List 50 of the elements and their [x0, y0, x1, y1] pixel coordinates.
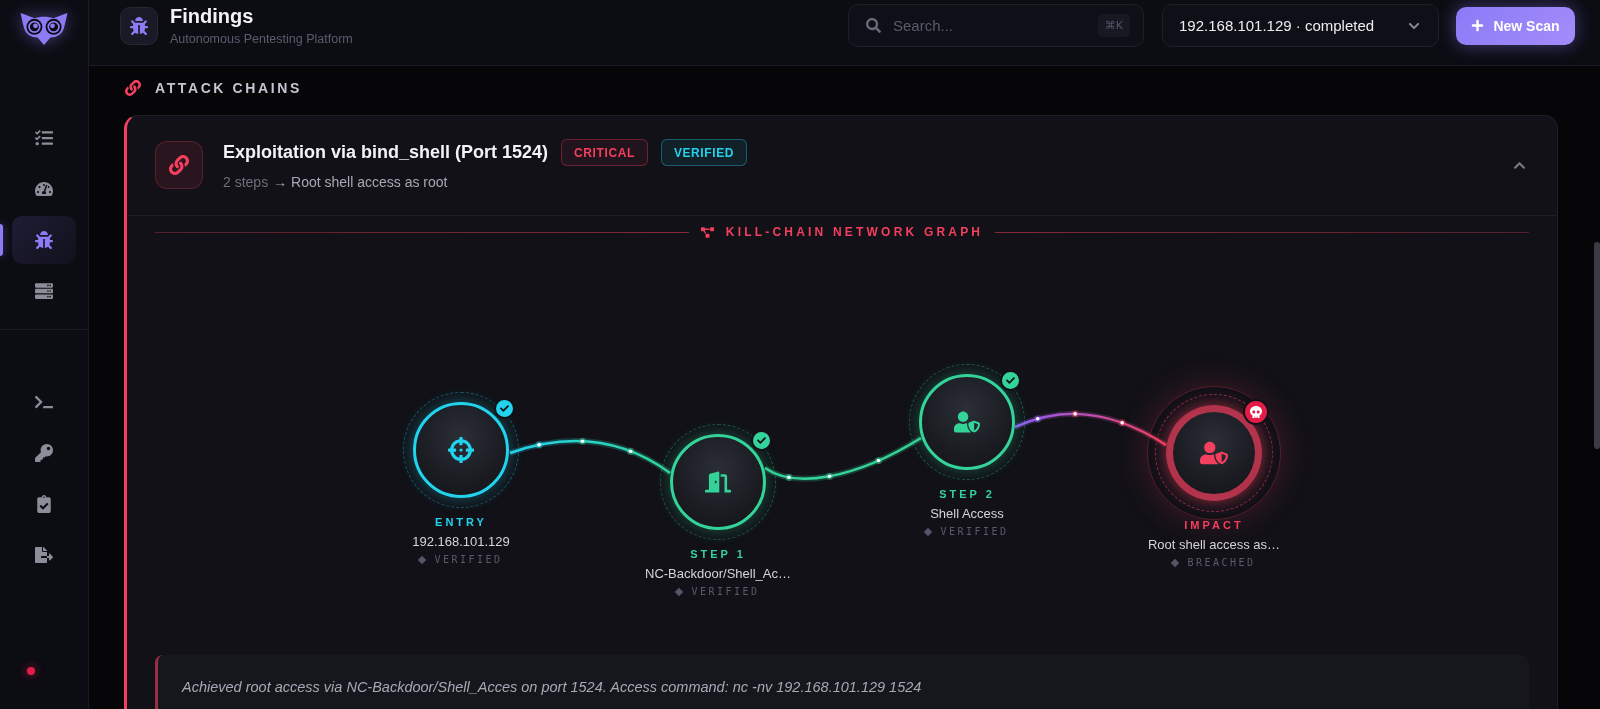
check-icon: [494, 398, 515, 419]
page-title: Findings: [170, 4, 255, 28]
chain-result: → Root shell access as root: [273, 173, 448, 191]
link-icon: [125, 80, 141, 96]
node-status: BREACHED: [1187, 556, 1256, 570]
bug-icon: [120, 6, 158, 45]
node-label: ENTRY: [435, 515, 487, 529]
user-shield-icon: [954, 409, 980, 435]
door-icon: [705, 469, 731, 495]
graph-heading: KILL-CHAIN NETWORK GRAPH: [725, 225, 984, 239]
section-heading: ATTACK CHAINS: [155, 80, 302, 96]
user-shield-icon: [1200, 439, 1228, 467]
node-status: VERIFIED: [940, 525, 1009, 539]
node-status: VERIFIED: [434, 553, 503, 567]
page-subtitle: Autonomous Pentesting Platform: [170, 31, 353, 47]
chain-badge: CRITICAL: [561, 139, 648, 166]
owl-logo: [20, 12, 68, 46]
crosshair-icon: [448, 437, 474, 463]
bug-icon: [35, 231, 53, 249]
terminal-icon: [35, 393, 53, 411]
note-text: Achieved root access via NC-Backdoor/Shell_Acces on port 1524. Access command: nc -nv 192.168.101.129 1524: [182, 678, 923, 697]
server-icon: [35, 282, 53, 300]
node-label: IMPACT: [1184, 518, 1244, 532]
chain-title: Exploitation via bind_shell (Port 1524): [223, 142, 549, 163]
link-icon: [155, 141, 203, 189]
chain-badge: VERIFIED: [660, 139, 748, 166]
keyboard-shortcut: ⌘K: [1097, 14, 1130, 37]
node-status: VERIFIED: [691, 585, 760, 599]
node-name: Shell Access: [930, 505, 1004, 522]
check-icon: [1000, 370, 1021, 391]
file-export-icon: [35, 546, 53, 564]
node-name: 192.168.101.129: [412, 533, 510, 550]
node-label: STEP 2: [939, 487, 995, 501]
scan-select[interactable]: 192.168.101.129 · completed: [1162, 4, 1439, 47]
sidebar-item[interactable]: [12, 216, 76, 264]
status-dot: [27, 667, 35, 675]
search-icon: [866, 18, 881, 33]
gauge-icon: [35, 180, 53, 198]
network-icon: [700, 225, 714, 239]
task-list-icon: [35, 129, 53, 147]
node-name: Root shell access as…: [1147, 536, 1281, 553]
skull-icon: [1243, 399, 1269, 425]
key-icon: [35, 444, 53, 462]
scrollbar-thumb[interactable]: [1594, 242, 1600, 449]
node-name: NC-Backdoor/Shell_Ac…: [645, 565, 791, 582]
check-icon: [751, 430, 772, 451]
plus-icon: [1471, 19, 1485, 32]
node-label: STEP 1: [690, 547, 746, 561]
step-count: 2 steps: [223, 173, 269, 191]
clipboard-check-icon: [35, 495, 53, 513]
